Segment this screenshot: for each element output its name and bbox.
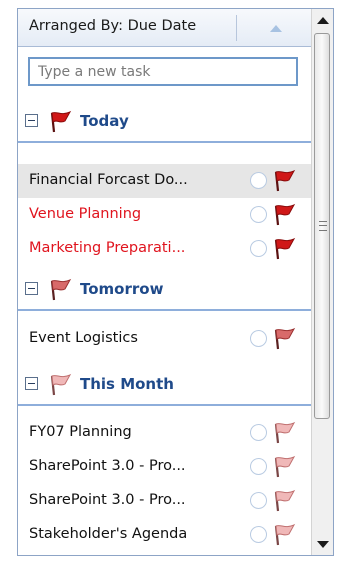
collapse-icon[interactable]	[25, 377, 38, 390]
collapse-icon[interactable]	[25, 114, 38, 127]
group-tomorrow: Tomorrow	[18, 269, 311, 311]
task-name: Event Logistics	[29, 330, 138, 346]
flag-light-icon	[48, 373, 74, 397]
task-name: FY07 Planning	[29, 424, 132, 440]
group-label: Today	[80, 112, 129, 130]
complete-checkbox[interactable]	[250, 240, 267, 257]
grip-icon	[319, 221, 327, 231]
task-row[interactable]: SharePoint 3.0 - Pro...	[18, 484, 311, 518]
scroll-up-arrow-icon[interactable]	[312, 9, 333, 31]
complete-checkbox[interactable]	[250, 172, 267, 189]
arrange-by-label: Arranged By: Due Date	[29, 18, 197, 34]
vertical-scrollbar[interactable]	[311, 9, 333, 555]
group-label: Tomorrow	[80, 280, 164, 298]
group-label: This Month	[80, 375, 174, 393]
flag-light-icon[interactable]	[272, 455, 298, 479]
task-row[interactable]: Venue Planning	[18, 198, 311, 232]
collapse-icon[interactable]	[25, 282, 38, 295]
header-divider	[236, 15, 237, 41]
complete-checkbox[interactable]	[250, 492, 267, 509]
new-task-box[interactable]	[28, 57, 298, 86]
flag-medium-icon[interactable]	[272, 327, 298, 351]
task-row[interactable]: Event Logistics	[18, 322, 311, 356]
group-today: Today	[18, 101, 311, 143]
task-row[interactable]: Stakeholder's Agenda	[18, 518, 311, 552]
flag-light-icon[interactable]	[272, 421, 298, 445]
complete-checkbox[interactable]	[250, 424, 267, 441]
task-row[interactable]: FY07 Planning	[18, 416, 311, 450]
task-name: Venue Planning	[29, 206, 142, 222]
scrollbar-thumb[interactable]	[314, 33, 330, 419]
flag-light-icon[interactable]	[272, 523, 298, 547]
flag-medium-icon	[48, 278, 74, 302]
task-row[interactable]: SharePoint 3.0 - Pro...	[18, 450, 311, 484]
task-list: Arranged By: Due Date Today Financial Fo…	[18, 9, 311, 555]
task-name: Financial Forcast Do...	[29, 172, 188, 188]
arrange-by-header[interactable]: Arranged By: Due Date	[18, 9, 311, 47]
task-name: Marketing Preparati...	[29, 240, 186, 256]
flag-red-icon[interactable]	[272, 169, 298, 193]
task-row[interactable]: Financial Forcast Do...	[18, 164, 311, 198]
task-name: Stakeholder's Agenda	[29, 526, 188, 542]
group-this-month: This Month	[18, 364, 311, 406]
sort-ascending-icon[interactable]	[250, 20, 302, 36]
new-task-input[interactable]	[30, 59, 296, 84]
task-name: SharePoint 3.0 - Pro...	[29, 458, 186, 474]
complete-checkbox[interactable]	[250, 206, 267, 223]
complete-checkbox[interactable]	[250, 458, 267, 475]
task-pane: Arranged By: Due Date Today Financial Fo…	[17, 8, 334, 556]
scroll-down-arrow-icon[interactable]	[312, 533, 333, 555]
flag-red-icon	[48, 110, 74, 134]
flag-red-icon[interactable]	[272, 203, 298, 227]
task-name: SharePoint 3.0 - Pro...	[29, 492, 186, 508]
flag-light-icon[interactable]	[272, 489, 298, 513]
flag-red-icon[interactable]	[272, 237, 298, 261]
complete-checkbox[interactable]	[250, 330, 267, 347]
task-row[interactable]: Marketing Preparati...	[18, 232, 311, 266]
complete-checkbox[interactable]	[250, 526, 267, 543]
